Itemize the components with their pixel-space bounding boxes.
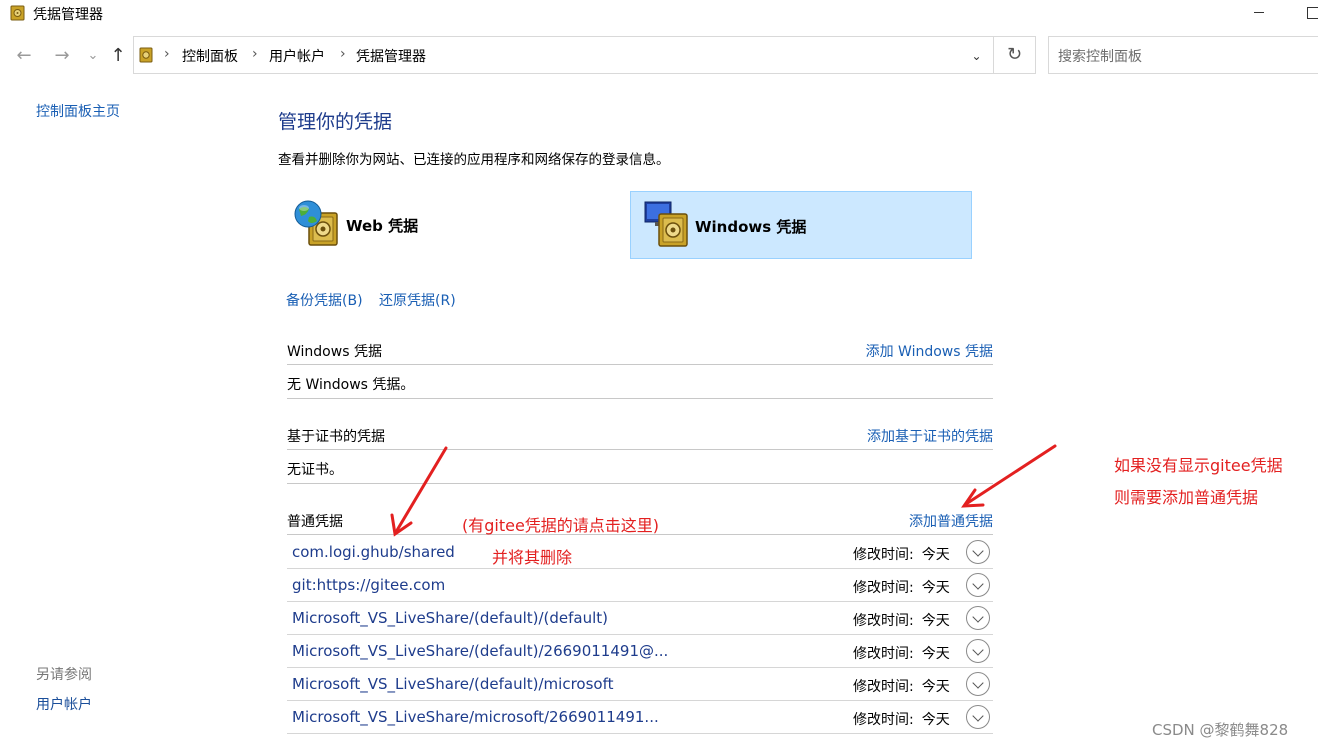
credential-name[interactable]: git:https://gitee.com xyxy=(292,576,445,594)
credential-row[interactable]: Microsoft_VS_LiveShare/(default)/microso… xyxy=(287,668,993,701)
control-panel-home-link[interactable]: 控制面板主页 xyxy=(36,101,120,121)
windows-credentials-label: Windows 凭据 xyxy=(695,218,807,236)
credential-modified: 修改时间: 今天 xyxy=(853,547,950,563)
credential-row[interactable]: git:https://gitee.com 修改时间: 今天 xyxy=(287,569,993,602)
add-certificate-credential-link[interactable]: 添加基于证书的凭据 xyxy=(867,426,993,446)
credential-modified: 修改时间: 今天 xyxy=(853,580,950,596)
credential-name[interactable]: Microsoft_VS_LiveShare/(default)/microso… xyxy=(292,675,613,693)
empty-message: 无证书。 xyxy=(287,462,343,478)
certificate-credentials-section-header: 基于证书的凭据 添加基于证书的凭据 xyxy=(287,426,993,450)
backup-credentials-link[interactable]: 备份凭据(B) xyxy=(286,290,363,310)
globe-vault-icon xyxy=(294,200,338,246)
credential-name[interactable]: Microsoft_VS_LiveShare/(default)/(defaul… xyxy=(292,609,608,627)
expand-chevron-icon[interactable] xyxy=(966,705,990,729)
breadcrumb-credential-manager[interactable]: 凭据管理器 xyxy=(356,46,426,66)
credential-row[interactable]: Microsoft_VS_LiveShare/(default)/2669011… xyxy=(287,635,993,668)
address-dropdown-chevron-icon[interactable]: ⌄ xyxy=(960,36,993,74)
annotation-click-here: (有gitee凭据的请点击这里) xyxy=(462,516,660,535)
credential-modified: 修改时间: 今天 xyxy=(853,646,950,662)
page-title: 管理你的凭据 xyxy=(278,111,393,133)
forward-arrow-icon[interactable]: → xyxy=(50,44,74,68)
certificate-credentials-empty: 无证书。 xyxy=(287,451,993,484)
minimize-button[interactable] xyxy=(1236,0,1282,26)
search-input[interactable]: 搜索控制面板 xyxy=(1048,36,1318,74)
credential-modified: 修改时间: 今天 xyxy=(853,712,950,728)
add-windows-credential-link[interactable]: 添加 Windows 凭据 xyxy=(866,341,993,361)
watermark: CSDN @黎鹤舞828 xyxy=(1152,721,1289,739)
vault-icon xyxy=(10,5,25,21)
credential-row[interactable]: com.logi.ghub/shared 修改时间: 今天 xyxy=(287,536,993,569)
back-arrow-icon[interactable]: ← xyxy=(12,44,36,68)
annotation-delete-it: 并将其删除 xyxy=(492,548,573,567)
credential-row[interactable]: Microsoft_VS_LiveShare/microsoft/2669011… xyxy=(287,701,993,734)
search-placeholder: 搜索控制面板 xyxy=(1058,49,1142,65)
web-credentials-tile[interactable]: Web 凭据 xyxy=(288,191,630,259)
window-title: 凭据管理器 xyxy=(33,7,103,23)
credential-name[interactable]: Microsoft_VS_LiveShare/(default)/2669011… xyxy=(292,642,668,660)
section-title: Windows 凭据 xyxy=(287,344,382,360)
computer-vault-icon xyxy=(644,201,688,247)
empty-message: 无 Windows 凭据。 xyxy=(287,377,415,393)
add-generic-credential-link[interactable]: 添加普通凭据 xyxy=(909,511,993,531)
maximize-button[interactable] xyxy=(1290,0,1318,26)
navigation-bar: ← → ⌄ ↑ › 控制面板 › 用户帐户 › 凭据管理器 ⌄ ↻ 搜索控制面板 xyxy=(0,36,1318,76)
breadcrumb-chevron-icon[interactable]: › xyxy=(340,46,346,62)
breadcrumb-user-accounts[interactable]: 用户帐户 xyxy=(269,46,325,66)
up-arrow-icon[interactable]: ↑ xyxy=(106,44,130,68)
expand-chevron-icon[interactable] xyxy=(966,606,990,630)
annotation-if-missing: 如果没有显示gitee凭据 xyxy=(1114,456,1283,475)
see-also-heading: 另请参阅 xyxy=(36,667,92,683)
expand-chevron-icon[interactable] xyxy=(966,540,990,564)
breadcrumb-control-panel[interactable]: 控制面板 xyxy=(182,46,238,66)
annotation-add-generic: 则需要添加普通凭据 xyxy=(1114,488,1259,507)
breadcrumb-chevron-icon[interactable]: › xyxy=(252,46,258,62)
windows-credentials-tile[interactable]: Windows 凭据 xyxy=(630,191,972,259)
expand-chevron-icon[interactable] xyxy=(966,672,990,696)
credential-modified: 修改时间: 今天 xyxy=(853,679,950,695)
restore-credentials-link[interactable]: 还原凭据(R) xyxy=(379,290,456,310)
breadcrumb-chevron-icon[interactable]: › xyxy=(164,46,170,62)
credential-name[interactable]: com.logi.ghub/shared xyxy=(292,543,455,561)
section-title: 基于证书的凭据 xyxy=(287,429,385,445)
vault-icon xyxy=(139,47,153,63)
credential-name[interactable]: Microsoft_VS_LiveShare/microsoft/2669011… xyxy=(292,708,659,726)
credential-modified: 修改时间: 今天 xyxy=(853,613,950,629)
address-bar[interactable]: › 控制面板 › 用户帐户 › 凭据管理器 xyxy=(133,36,993,74)
web-credentials-label: Web 凭据 xyxy=(346,217,419,235)
windows-credentials-section-header: Windows 凭据 添加 Windows 凭据 xyxy=(287,341,993,365)
credential-row[interactable]: Microsoft_VS_LiveShare/(default)/(defaul… xyxy=(287,602,993,635)
recent-locations-chevron-icon[interactable]: ⌄ xyxy=(81,44,105,68)
section-title: 普通凭据 xyxy=(287,514,343,530)
expand-chevron-icon[interactable] xyxy=(966,573,990,597)
user-accounts-link[interactable]: 用户帐户 xyxy=(36,694,92,714)
refresh-icon[interactable]: ↻ xyxy=(993,36,1036,74)
expand-chevron-icon[interactable] xyxy=(966,639,990,663)
title-bar: 凭据管理器 xyxy=(0,0,1318,26)
windows-credentials-empty: 无 Windows 凭据。 xyxy=(287,366,993,399)
page-description: 查看并删除你为网站、已连接的应用程序和网络保存的登录信息。 xyxy=(278,152,670,168)
